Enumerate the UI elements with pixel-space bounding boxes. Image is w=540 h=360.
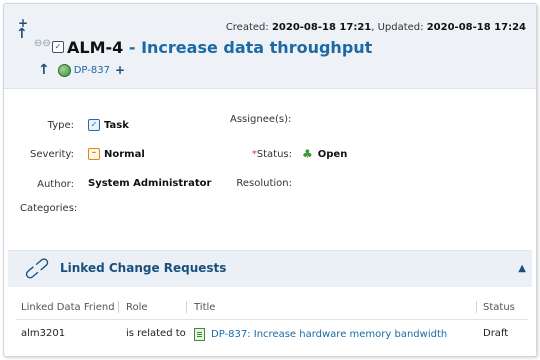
linked-change-requests-header[interactable]: ⊂⊃ Linked Change Requests ▲ (8, 250, 532, 287)
collapse-icon[interactable]: ▲ (518, 263, 526, 274)
assignees-label: Assignee(s): (230, 114, 292, 125)
created-value: 2020-08-18 17:21 (271, 22, 372, 33)
item-summary: Increase data throughput (141, 38, 373, 57)
move-up-icon[interactable]: ↑ (38, 62, 50, 78)
resolution-label: Resolution: (236, 178, 292, 189)
row-status: Draft (483, 328, 509, 339)
severity-normal-icon: – (88, 148, 100, 160)
parent-item-link[interactable]: DP-837 (74, 65, 110, 76)
task-icon: ✓ (88, 119, 100, 131)
status-label: *Status: (244, 149, 292, 160)
open-status-icon: ♣ (302, 147, 313, 161)
status-value[interactable]: ♣ Open (302, 147, 347, 161)
table-header-divider (16, 319, 528, 320)
column-divider (476, 301, 477, 313)
page-title: ALM-4 - Increase data throughput (67, 38, 372, 57)
column-divider (118, 301, 119, 313)
link-icon[interactable]: ⊖⊖ (34, 38, 51, 49)
parent-row: ↑ DP-837 + (38, 62, 125, 78)
author-value: System Administrator (88, 178, 211, 189)
item-header: + ↑ ⊖⊖ ✓ Created: 2020-08-18 17:21, Upda… (4, 4, 536, 89)
severity-label: Severity: (30, 149, 74, 160)
row-title-link[interactable]: DP-837: Increase hardware memory bandwid… (211, 329, 447, 340)
categories-label: Categories: (20, 203, 78, 214)
work-item-panel: + ↑ ⊖⊖ ✓ Created: 2020-08-18 17:21, Upda… (3, 3, 537, 357)
column-header-status[interactable]: Status (483, 302, 515, 313)
timestamps: Created: 2020-08-18 17:21, Updated: 2020… (225, 22, 526, 33)
type-text: Task (104, 119, 129, 131)
link-icon: ⊂⊃ (18, 250, 56, 287)
task-icon: ✓ (52, 41, 64, 53)
column-header-friend[interactable]: Linked Data Friend (21, 302, 115, 313)
type-label: Type: (47, 120, 74, 131)
author-text: System Administrator (88, 178, 212, 189)
title-separator: - (128, 38, 136, 57)
column-header-role[interactable]: Role (126, 302, 148, 313)
updated-value: 2020-08-18 17:24 (426, 22, 526, 33)
item-key: ALM-4 (67, 38, 124, 57)
row-title-cell: DP-837: Increase hardware memory bandwid… (194, 328, 447, 341)
created-label: Created: (225, 22, 269, 33)
move-up-icon[interactable]: ↑ (16, 26, 28, 42)
severity-value: – Normal (88, 148, 145, 160)
row-friend: alm3201 (21, 328, 66, 339)
globe-icon (57, 63, 71, 77)
status-text: Open (317, 148, 348, 160)
updated-label: Updated: (377, 22, 424, 33)
status-label-text: Status: (256, 149, 292, 160)
row-role: is related to (126, 328, 186, 339)
column-header-title[interactable]: Title (194, 302, 215, 313)
type-value: ✓ Task (88, 119, 129, 131)
column-divider (186, 301, 187, 313)
severity-text: Normal (104, 148, 145, 160)
author-label: Author: (37, 179, 74, 190)
document-icon (194, 328, 205, 341)
plus-icon[interactable]: + (115, 63, 125, 77)
section-title: Linked Change Requests (60, 261, 227, 275)
